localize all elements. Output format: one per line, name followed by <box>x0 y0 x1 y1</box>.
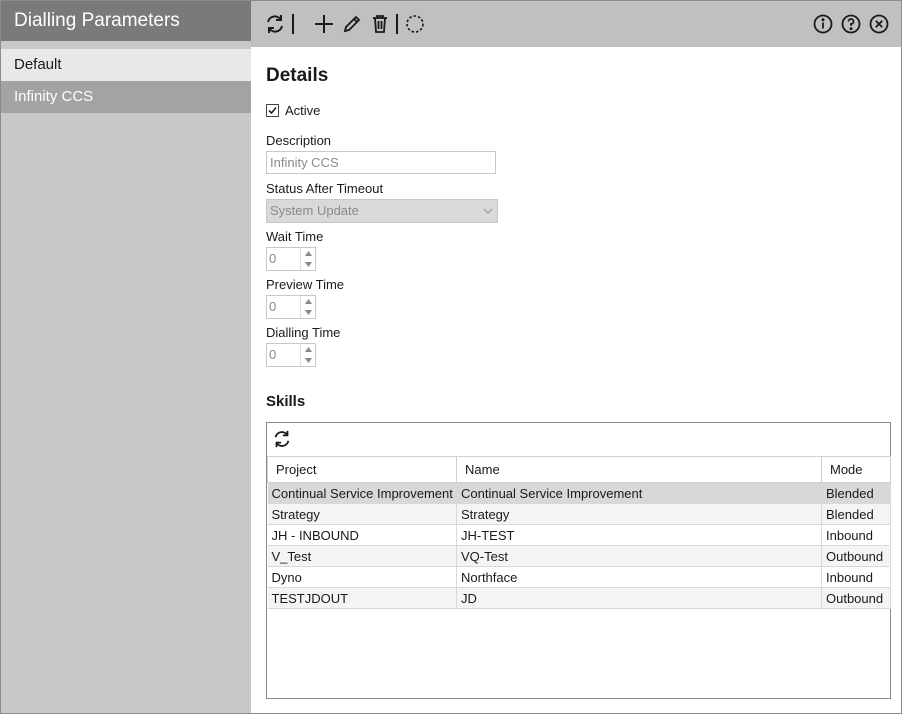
close-icon <box>869 14 889 34</box>
chevron-down-icon <box>483 200 493 229</box>
info-icon <box>813 14 833 34</box>
cell-name: VQ-Test <box>456 545 822 567</box>
dialling-time-label: Dialling Time <box>266 325 341 340</box>
refresh-icon <box>274 430 290 448</box>
dialling-time-stepper[interactable]: 0 <box>266 343 316 367</box>
skills-refresh-button[interactable] <box>270 427 294 451</box>
toolbar-separator <box>396 14 398 34</box>
description-label: Description <box>266 133 332 148</box>
wait-time-label: Wait Time <box>266 229 324 244</box>
refresh-icon <box>267 15 283 33</box>
cell-project: V_Test <box>267 545 457 567</box>
dialling-time-value: 0 <box>269 347 277 362</box>
preview-time-stepper[interactable]: 0 <box>266 295 316 319</box>
table-row[interactable]: V_Test VQ-Test Outbound <box>267 545 891 567</box>
wait-time-value: 0 <box>269 251 277 266</box>
skills-title: Skills <box>266 393 306 410</box>
cell-name: Continual Service Improvement <box>456 482 822 504</box>
cell-project: TESTJDOUT <box>267 587 457 609</box>
close-button[interactable] <box>866 11 892 37</box>
column-header-name[interactable]: Name <box>456 456 822 483</box>
table-row[interactable]: Continual Service Improvement Continual … <box>267 482 891 504</box>
preview-time-up-button[interactable] <box>301 296 315 307</box>
dialling-parameters-window: Dialling Parameters Default Infinity CCS <box>0 0 902 714</box>
table-row[interactable]: Strategy Strategy Blended <box>267 503 891 525</box>
help-button[interactable] <box>838 11 864 37</box>
wait-time-stepper[interactable]: 0 <box>266 247 316 271</box>
sidebar-item-infinity-ccs[interactable]: Infinity CCS <box>1 81 251 113</box>
checkmark-icon <box>268 107 277 115</box>
details-title: Details <box>266 65 329 86</box>
cell-project: JH - INBOUND <box>267 524 457 546</box>
details-panel: Details Active Description Infinity CCS … <box>251 47 901 713</box>
cell-project: Continual Service Improvement <box>267 482 457 504</box>
cell-mode: Inbound <box>821 524 891 546</box>
edit-button[interactable] <box>339 11 365 37</box>
toolbar-separator <box>292 14 294 34</box>
edit-icon <box>343 15 361 33</box>
toolbar <box>251 1 901 47</box>
description-field[interactable]: Infinity CCS <box>266 151 496 174</box>
skills-table: Project Name Mode Continual Service Impr… <box>267 456 891 609</box>
cell-name: Northface <box>456 566 822 588</box>
loading-icon <box>406 15 424 33</box>
add-icon <box>315 15 333 33</box>
sidebar-item-default[interactable]: Default <box>1 49 251 81</box>
cell-mode: Outbound <box>821 587 891 609</box>
column-header-project[interactable]: Project <box>267 456 457 483</box>
active-row: Active <box>266 103 320 118</box>
wait-time-down-button[interactable] <box>301 259 315 270</box>
cell-mode: Blended <box>821 503 891 525</box>
cell-name: Strategy <box>456 503 822 525</box>
preview-time-down-button[interactable] <box>301 307 315 318</box>
wait-time-up-button[interactable] <box>301 248 315 259</box>
column-header-mode[interactable]: Mode <box>821 456 891 483</box>
active-checkbox[interactable] <box>266 104 279 117</box>
dialling-time-down-button[interactable] <box>301 355 315 366</box>
help-icon <box>841 14 861 34</box>
cell-mode: Outbound <box>821 545 891 567</box>
active-label: Active <box>285 103 321 118</box>
preview-time-label: Preview Time <box>266 277 345 292</box>
loading-button[interactable] <box>402 11 428 37</box>
refresh-button[interactable] <box>262 11 288 37</box>
table-row[interactable]: Dyno Northface Inbound <box>267 566 891 588</box>
sidebar-title: Dialling Parameters <box>1 1 251 41</box>
skills-grid: Project Name Mode Continual Service Impr… <box>266 422 891 699</box>
cell-name: JD <box>456 587 822 609</box>
info-button[interactable] <box>810 11 836 37</box>
cell-project: Dyno <box>267 566 457 588</box>
status-after-timeout-value: System Update <box>270 203 359 218</box>
table-row[interactable]: JH - INBOUND JH-TEST Inbound <box>267 524 891 546</box>
status-after-timeout-select[interactable]: System Update <box>266 199 498 223</box>
add-button[interactable] <box>311 11 337 37</box>
cell-project: Strategy <box>267 503 457 525</box>
preview-time-value: 0 <box>269 299 277 314</box>
sidebar: Dialling Parameters Default Infinity CCS <box>1 1 251 713</box>
cell-mode: Inbound <box>821 566 891 588</box>
dialling-time-up-button[interactable] <box>301 344 315 355</box>
delete-icon <box>373 15 387 33</box>
status-after-timeout-label: Status After Timeout <box>266 181 384 196</box>
cell-mode: Blended <box>821 482 891 504</box>
cell-name: JH-TEST <box>456 524 822 546</box>
table-row[interactable]: TESTJDOUT JD Outbound <box>267 587 891 609</box>
delete-button[interactable] <box>367 11 393 37</box>
